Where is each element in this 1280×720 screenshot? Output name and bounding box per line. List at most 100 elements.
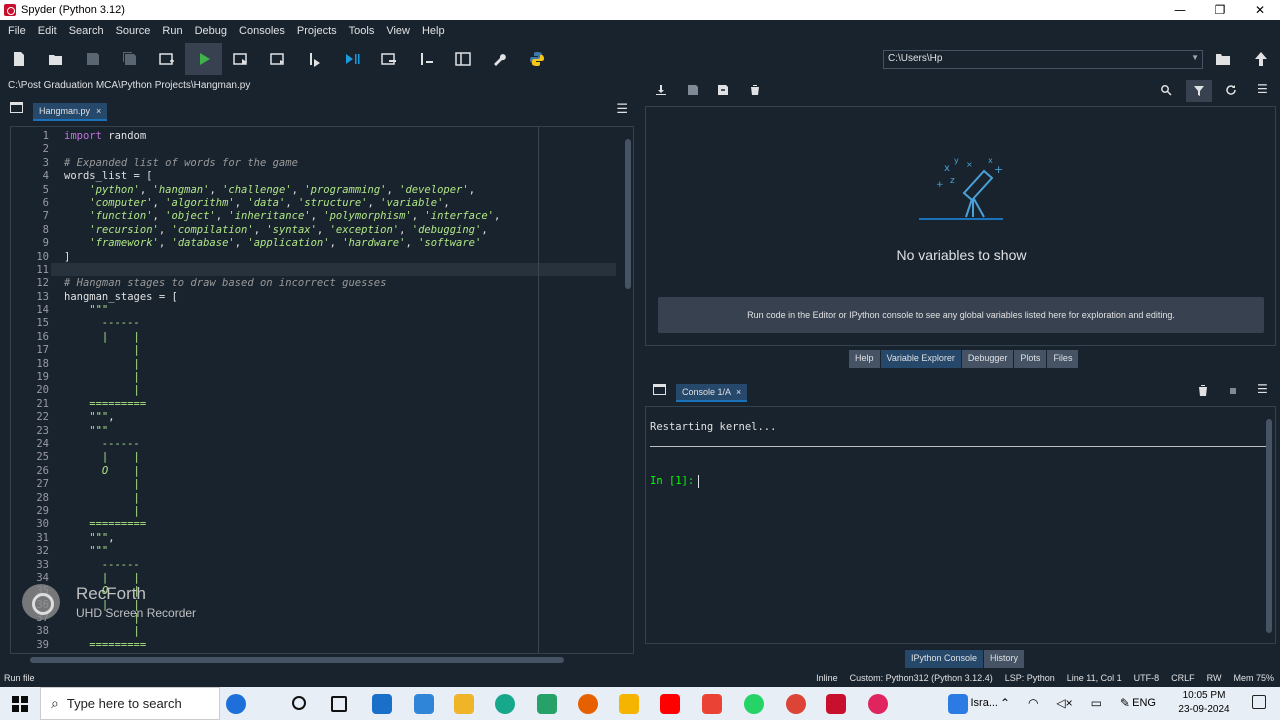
debug-cell-button[interactable] xyxy=(370,43,407,75)
pen-icon[interactable]: ✎ xyxy=(1120,696,1130,710)
open-file-button[interactable] xyxy=(37,43,74,75)
menu-debug[interactable]: Debug xyxy=(189,25,233,37)
maximize-button[interactable]: ❐ xyxy=(1200,3,1240,17)
code-line[interactable]: O | xyxy=(64,465,624,478)
language-indicator[interactable]: ENG xyxy=(1132,697,1156,709)
pane-window-icon[interactable] xyxy=(10,102,23,113)
new-cell-button[interactable] xyxy=(148,43,185,75)
tab-hangman-py[interactable]: Hangman.py × xyxy=(33,103,108,121)
code-line[interactable]: """ xyxy=(64,304,624,317)
globe-icon[interactable] xyxy=(226,694,246,714)
code-line[interactable]: # Expanded list of words for the game xyxy=(64,157,624,170)
code-line[interactable]: 'recursion', 'compilation', 'syntax', 'e… xyxy=(64,224,624,237)
debug-selection-button[interactable] xyxy=(407,43,444,75)
hamburger-menu-icon[interactable]: ☰ xyxy=(616,102,628,117)
menu-source[interactable]: Source xyxy=(110,25,157,37)
code-line[interactable]: 'computer', 'algorithm', 'data', 'struct… xyxy=(64,197,624,210)
whatsapp-icon[interactable] xyxy=(744,694,764,714)
code-line[interactable]: | xyxy=(64,358,624,371)
save-button[interactable] xyxy=(74,43,111,75)
volume-muted-icon[interactable]: ◁× xyxy=(1056,696,1072,710)
pane-window-icon[interactable] xyxy=(653,384,666,395)
pythonpath-manager-button[interactable] xyxy=(518,43,555,75)
cortana-icon[interactable] xyxy=(292,696,306,710)
code-line[interactable]: ------ xyxy=(64,438,624,451)
code-line[interactable]: """, xyxy=(64,411,624,424)
menu-search[interactable]: Search xyxy=(63,25,110,37)
menu-projects[interactable]: Projects xyxy=(291,25,343,37)
stop-icon[interactable] xyxy=(1230,388,1236,394)
tab-close-icon[interactable]: × xyxy=(96,106,101,116)
code-line[interactable]: words_list = [ xyxy=(64,170,624,183)
browse-directory-button[interactable] xyxy=(1212,50,1234,68)
run-cell-button[interactable] xyxy=(222,43,259,75)
editor-vertical-scrollbar[interactable] xyxy=(625,139,631,289)
chevron-down-icon[interactable]: ▼ xyxy=(1191,53,1199,62)
code-line[interactable]: ------ xyxy=(64,559,624,572)
menu-view[interactable]: View xyxy=(380,25,416,37)
task-view-icon[interactable] xyxy=(331,696,347,712)
code-line[interactable]: | xyxy=(64,492,624,505)
tab-plots[interactable]: Plots xyxy=(1014,350,1047,368)
status-inline[interactable]: Inline xyxy=(816,673,838,683)
new-file-button[interactable] xyxy=(0,43,37,75)
google-drive-icon[interactable] xyxy=(619,694,639,714)
code-line[interactable]: """ xyxy=(64,545,624,558)
file-explorer-icon[interactable] xyxy=(454,694,474,714)
code-line[interactable]: | xyxy=(64,384,624,397)
minimize-button[interactable]: — xyxy=(1160,3,1200,17)
hamburger-menu-icon[interactable]: ☰ xyxy=(1257,82,1268,96)
parent-directory-button[interactable] xyxy=(1250,50,1272,68)
mail-icon[interactable] xyxy=(372,694,392,714)
filter-button[interactable] xyxy=(1186,80,1212,102)
code-line[interactable] xyxy=(64,143,624,156)
menu-edit[interactable]: Edit xyxy=(32,25,63,37)
gmail-icon[interactable] xyxy=(702,694,722,714)
run-selection-button[interactable] xyxy=(296,43,333,75)
code-line[interactable]: 'framework', 'database', 'application', … xyxy=(64,237,624,250)
code-line[interactable]: ========= xyxy=(64,639,624,652)
run-to-line-button[interactable] xyxy=(333,43,370,75)
code-line[interactable]: """ xyxy=(64,425,624,438)
wifi-icon[interactable]: ◠ xyxy=(1028,696,1038,710)
menu-run[interactable]: Run xyxy=(156,25,188,37)
network-icon[interactable]: ▭ xyxy=(1091,696,1102,710)
chevron-up-icon[interactable]: ⌃ xyxy=(1000,696,1010,710)
code-line[interactable]: ------ xyxy=(64,317,624,330)
tab-history[interactable]: History xyxy=(984,650,1025,668)
code-line[interactable]: | xyxy=(64,371,624,384)
taskbar-user-label[interactable]: Isra... xyxy=(970,697,998,709)
working-directory-input[interactable]: C:\Users\Hp ▼ xyxy=(883,50,1203,69)
excel-icon[interactable] xyxy=(537,694,557,714)
code-line[interactable] xyxy=(64,264,624,277)
code-line[interactable]: import random xyxy=(64,130,624,143)
save-data-as-icon[interactable] xyxy=(717,84,729,96)
tab-variable-explorer[interactable]: Variable Explorer xyxy=(880,350,961,368)
code-line[interactable]: """ xyxy=(64,652,624,653)
spyder-taskbar-icon[interactable] xyxy=(826,694,846,714)
menu-file[interactable]: File xyxy=(2,25,32,37)
close-button[interactable]: ✕ xyxy=(1240,3,1280,17)
save-all-button[interactable] xyxy=(111,43,148,75)
code-line[interactable]: | | xyxy=(64,331,624,344)
code-line[interactable]: | xyxy=(64,625,624,638)
code-line[interactable]: 'function', 'object', 'inheritance', 'po… xyxy=(64,210,624,223)
run-cell-advance-button[interactable] xyxy=(259,43,296,75)
save-data-icon[interactable] xyxy=(687,84,699,96)
taskbar-clock[interactable]: 10:05 PM 23-09-2024 xyxy=(1164,689,1244,717)
code-line[interactable]: ========= xyxy=(64,398,624,411)
code-line[interactable]: hangman_stages = [ xyxy=(64,291,624,304)
taskbar-search-box[interactable]: ⌕ Type here to search xyxy=(40,687,220,720)
maximize-pane-button[interactable] xyxy=(444,43,481,75)
tab-console-1a[interactable]: Console 1/A × xyxy=(676,384,748,402)
hamburger-menu-icon[interactable]: ☰ xyxy=(1257,382,1268,396)
tab-debugger[interactable]: Debugger xyxy=(961,350,1014,368)
search-icon[interactable] xyxy=(1160,84,1172,96)
tab-help[interactable]: Help xyxy=(849,350,880,368)
status-lsp[interactable]: LSP: Python xyxy=(1005,673,1055,683)
remove-icon[interactable] xyxy=(1198,385,1208,396)
edge-browser-icon[interactable] xyxy=(495,694,515,714)
youtube-icon[interactable] xyxy=(660,694,680,714)
code-line[interactable]: 'python', 'hangman', 'challenge', 'progr… xyxy=(64,184,624,197)
firefox-icon[interactable] xyxy=(578,694,598,714)
